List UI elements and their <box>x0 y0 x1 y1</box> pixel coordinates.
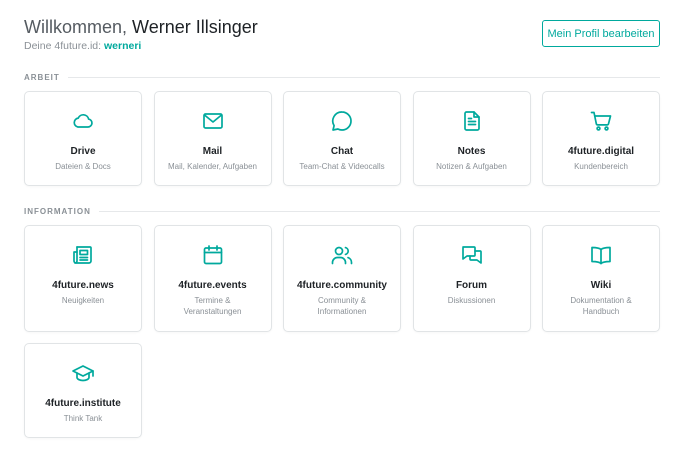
card-4future-events[interactable]: 4future.events Termine & Veranstaltungen <box>153 225 272 332</box>
graduation-cap-icon <box>71 361 95 385</box>
card-notes[interactable]: Notes Notizen & Aufgaben <box>412 91 531 186</box>
card-title: 4future.institute <box>45 398 121 409</box>
section-title: INFORMATION <box>24 207 91 216</box>
card-title: 4future.community <box>296 280 387 291</box>
chat-bubbles-icon <box>460 243 484 267</box>
users-icon <box>330 243 354 267</box>
card-subtitle: Think Tank <box>63 414 103 423</box>
section-label-information: INFORMATION <box>24 207 660 216</box>
mail-icon <box>201 109 225 133</box>
card-subtitle: Community & Informationen <box>317 296 367 316</box>
section-divider <box>98 211 660 212</box>
newspaper-icon <box>71 243 95 267</box>
card-title: Chat <box>330 146 354 157</box>
card-4future-institute[interactable]: 4future.institute Think Tank <box>24 343 142 438</box>
card-subtitle: Mail, Kalender, Aufgaben <box>168 162 257 171</box>
card-title: 4future.events <box>178 280 247 291</box>
card-title: Wiki <box>590 280 612 291</box>
card-subtitle: Diskussionen <box>447 296 496 305</box>
shopping-cart-icon <box>589 109 613 133</box>
card-title: Drive <box>70 146 96 157</box>
information-grid: 4future.news Neuigkeiten 4future.events … <box>24 225 660 438</box>
card-forum[interactable]: Forum Diskussionen <box>412 225 531 332</box>
cloud-icon <box>71 109 95 133</box>
card-subtitle: Kundenbereich <box>574 162 628 171</box>
card-4future-news[interactable]: 4future.news Neuigkeiten <box>24 225 142 332</box>
card-4future-digital[interactable]: 4future.digital Kundenbereich <box>542 91 660 186</box>
arbeit-grid: Drive Dateien & Docs Mail Mail, Kalender… <box>24 91 660 186</box>
welcome-prefix: Willkommen, <box>24 17 128 37</box>
user-id-label: Deine 4future.id: <box>24 40 102 52</box>
card-title: 4future.news <box>52 280 114 291</box>
card-mail[interactable]: Mail Mail, Kalender, Aufgaben <box>153 91 272 186</box>
user-name: Werner Illsinger <box>132 17 258 37</box>
edit-profile-button[interactable]: Mein Profil bearbeiten <box>542 20 660 47</box>
card-subtitle: Dokumentation & Handbuch <box>570 296 632 316</box>
chat-bubble-icon <box>330 109 354 133</box>
section-divider <box>67 77 660 78</box>
card-title: 4future.digital <box>567 146 635 157</box>
card-title: Mail <box>202 146 223 157</box>
card-title: Forum <box>455 280 488 291</box>
card-subtitle: Dateien & Docs <box>55 162 111 171</box>
section-label-arbeit: ARBEIT <box>24 73 660 82</box>
card-subtitle: Team-Chat & Videocalls <box>299 162 385 171</box>
user-id-value: werneri <box>103 40 142 52</box>
section-title: ARBEIT <box>24 73 60 82</box>
card-subtitle: Termine & Veranstaltungen <box>183 296 242 316</box>
header: Willkommen, Werner Illsinger Deine 4futu… <box>24 16 666 56</box>
card-subtitle: Neuigkeiten <box>61 296 105 305</box>
card-wiki[interactable]: Wiki Dokumentation & Handbuch <box>542 225 660 332</box>
card-drive[interactable]: Drive Dateien & Docs <box>24 91 142 186</box>
card-subtitle: Notizen & Aufgaben <box>436 162 507 171</box>
card-title: Notes <box>457 146 486 157</box>
card-4future-community[interactable]: 4future.community Community & Informatio… <box>283 225 401 332</box>
calendar-icon <box>201 243 225 267</box>
card-chat[interactable]: Chat Team-Chat & Videocalls <box>283 91 401 186</box>
document-icon <box>460 109 484 133</box>
book-open-icon <box>589 243 613 267</box>
